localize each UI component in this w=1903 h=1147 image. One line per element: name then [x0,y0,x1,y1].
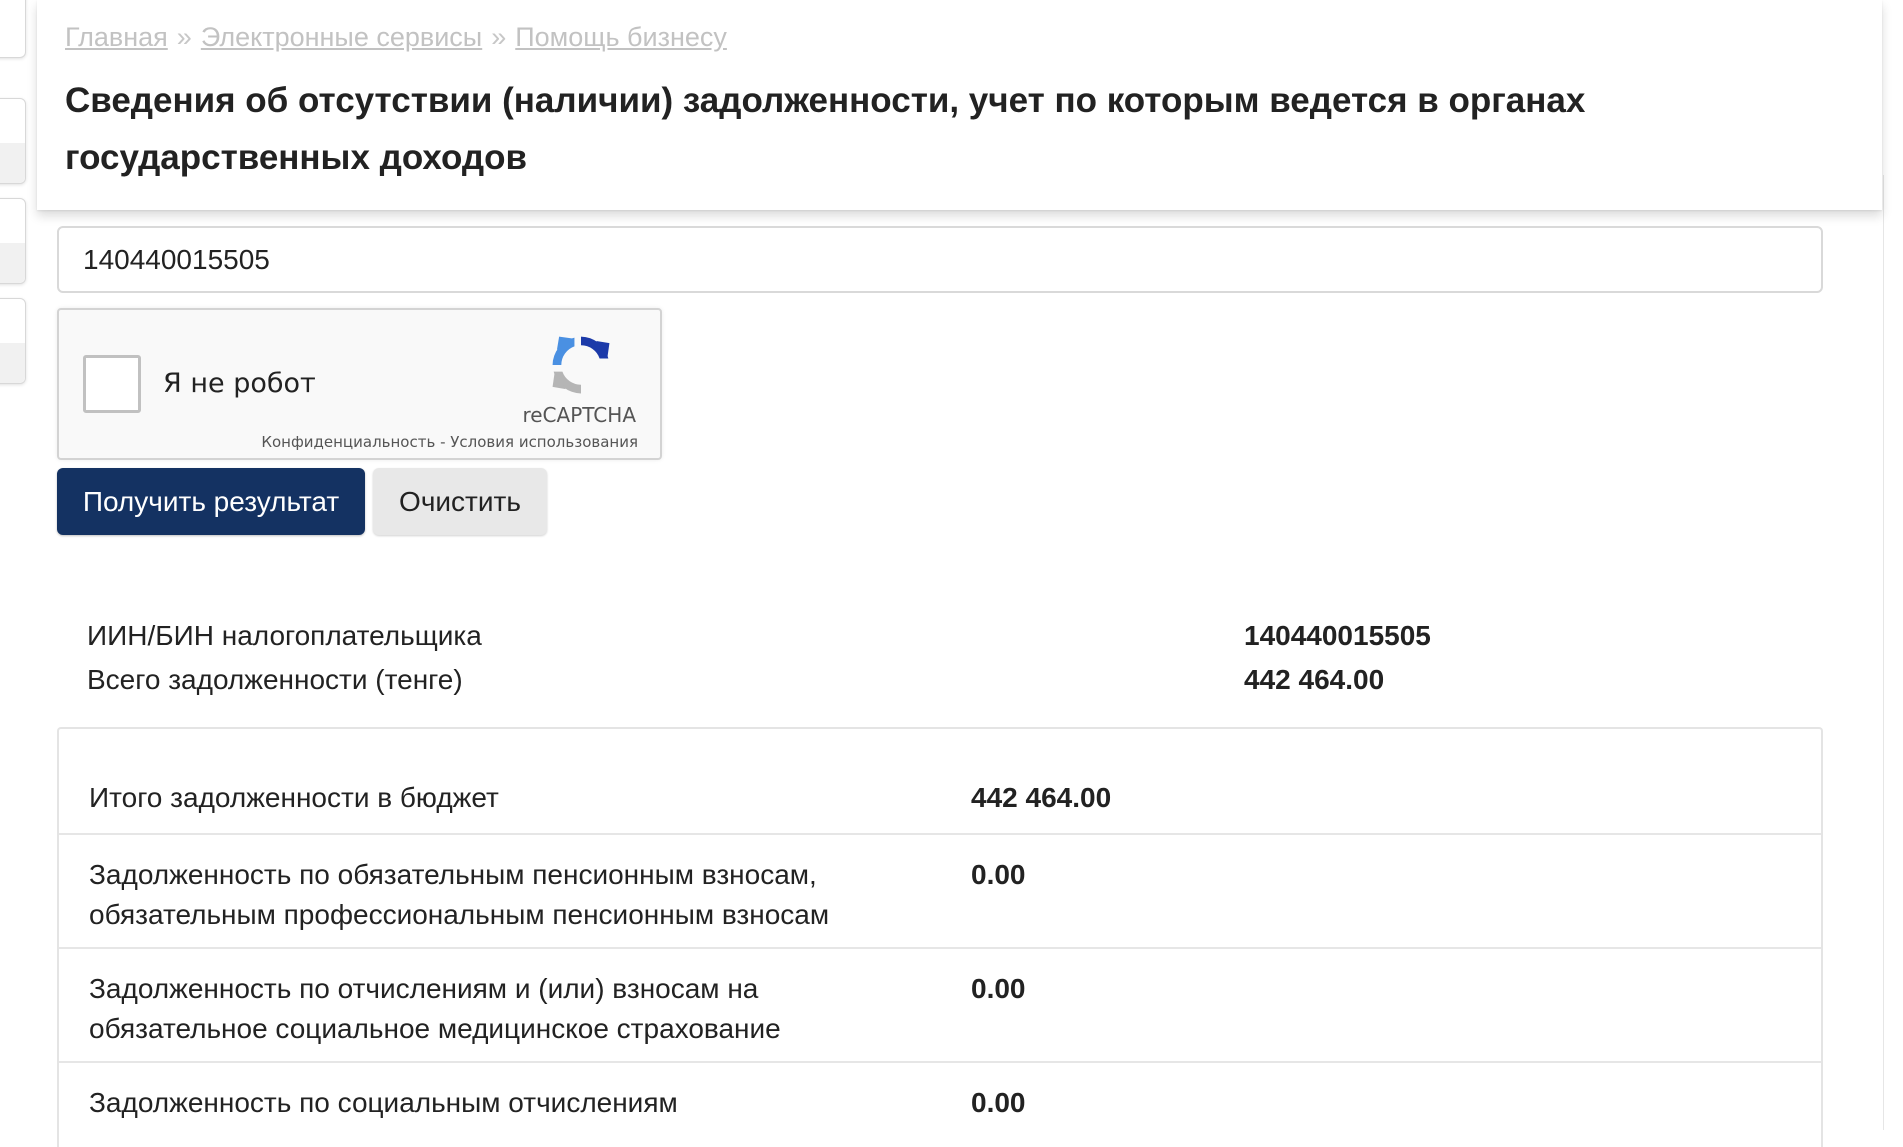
summary-total-debt-value: 442 464.00 [1244,664,1385,695]
breadcrumb-eservices-link[interactable]: Электронные сервисы [201,22,482,52]
side-tab-shade [0,143,25,183]
recaptcha-privacy-link[interactable]: Конфиденциальность [261,433,435,451]
recaptcha-widget: Я не робот reCAPTCHA Конфиденциальность … [57,308,662,460]
summary-total-debt-label: Всего задолженности (тенге) [87,664,463,695]
debt-pension-label: Задолженность по обязательным пенсионным… [89,859,830,930]
breadcrumb-home-link[interactable]: Главная [65,22,168,52]
breadcrumb-separator: » [176,22,192,52]
debt-medical-label: Задолженность по отчислениям и (или) взн… [89,973,781,1044]
taxpayer-summary: ИИН/БИН налогоплательщика 140440015505 В… [87,620,1787,708]
debt-medical-value: 0.00 [971,973,1026,1004]
recaptcha-link-separator: - [435,433,451,451]
get-result-button[interactable]: Получить результат [57,468,365,535]
table-row: Задолженность по отчислениям и (или) взн… [59,949,1821,1063]
side-tab-2[interactable] [0,98,26,184]
summary-row: ИИН/БИН налогоплательщика 140440015505 [87,620,1787,664]
summary-iin-label: ИИН/БИН налогоплательщика [87,620,482,651]
right-divider [1883,175,1884,1130]
recaptcha-links: Конфиденциальность - Условия использован… [261,433,638,451]
side-tab-shade [0,343,25,383]
side-tab-4[interactable] [0,298,26,384]
recaptcha-terms-link[interactable]: Условия использования [450,433,638,451]
debt-social-value: 0.00 [971,1087,1026,1118]
breadcrumb-business-help-link[interactable]: Помощь бизнесу [515,22,727,52]
page-title: Сведения об отсутствии (наличии) задолже… [65,81,1586,177]
clear-button[interactable]: Очистить [373,468,547,535]
debt-budget-label: Итого задолженности в бюджет [89,782,499,813]
breadcrumb-separator: » [491,22,507,52]
table-row: Задолженность по обязательным пенсионным… [59,835,1821,949]
iin-bin-input[interactable] [57,226,1823,293]
recaptcha-checkbox[interactable] [83,355,141,413]
debt-budget-value: 442 464.00 [971,782,1112,813]
recaptcha-label: Я не робот [163,368,316,399]
debt-details-table: Итого задолженности в бюджет 442 464.00 … [57,727,1823,1147]
summary-row: Всего задолженности (тенге) 442 464.00 [87,664,1787,708]
recaptcha-logo-icon [552,336,610,394]
table-row: Итого задолженности в бюджет 442 464.00 [59,729,1821,835]
side-tab-1[interactable] [0,0,26,58]
debt-social-label: Задолженность по социальным отчислениям [89,1087,678,1118]
breadcrumb: Главная » Электронные сервисы » Помощь бизне… [65,22,727,53]
side-tab-shade [0,243,25,283]
page-header: Главная » Электронные сервисы » Помощь бизне… [37,0,1882,210]
side-tab-3[interactable] [0,198,26,284]
recaptcha-brand: reCAPTCHA [522,403,636,427]
debt-pension-value: 0.00 [971,859,1026,890]
table-row: Задолженность по социальным отчислениям … [59,1063,1821,1147]
summary-iin-value: 140440015505 [1244,620,1431,651]
